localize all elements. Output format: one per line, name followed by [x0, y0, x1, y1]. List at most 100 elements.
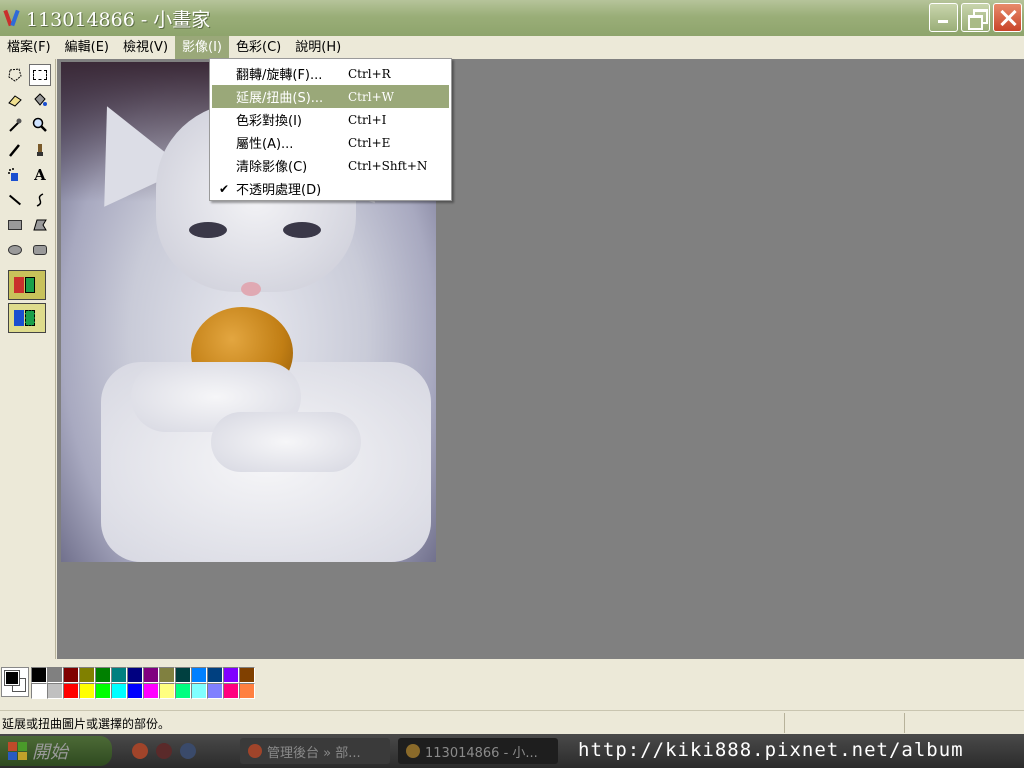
color-swatch-17[interactable] — [79, 683, 95, 699]
menu-item-flip-rotate[interactable]: 翻轉/旋轉(F)... Ctrl+R — [212, 62, 449, 85]
color-swatch-2[interactable] — [63, 667, 79, 683]
windows-logo-icon — [8, 742, 27, 760]
color-swatch-16[interactable] — [63, 683, 79, 699]
polygon-icon — [33, 219, 47, 231]
ellipse-icon — [8, 245, 22, 255]
line-tool[interactable] — [4, 189, 26, 211]
text-tool-icon: A — [34, 166, 46, 184]
color-swatch-20[interactable] — [127, 683, 143, 699]
menu-item-draw-opaque[interactable]: ✔ 不透明處理(D) — [212, 177, 449, 200]
menu-help[interactable]: 說明(H) — [288, 36, 348, 59]
ellipse-tool[interactable] — [4, 239, 26, 261]
desktop-icon[interactable] — [180, 743, 196, 759]
line-icon — [8, 194, 22, 206]
title-bar[interactable]: 113014866 - 小畫家 — [0, 0, 1024, 36]
menu-edit[interactable]: 編輯(E) — [58, 36, 116, 59]
free-select-icon — [8, 68, 22, 82]
curve-icon — [36, 193, 44, 207]
current-colors[interactable] — [1, 667, 29, 697]
rectangle-tool[interactable] — [4, 214, 26, 236]
color-swatch-1[interactable] — [47, 667, 63, 683]
canvas-workspace[interactable] — [57, 59, 1024, 659]
rect-select-icon — [33, 70, 47, 80]
paint-bucket-icon — [34, 93, 47, 106]
color-swatch-6[interactable] — [127, 667, 143, 683]
color-swatch-5[interactable] — [111, 667, 127, 683]
paint-app-icon[interactable] — [4, 8, 22, 28]
color-swatch-8[interactable] — [159, 667, 175, 683]
color-swatches — [31, 667, 255, 699]
browser-task-icon — [248, 744, 262, 758]
pencil-tool[interactable] — [4, 139, 26, 161]
color-swatch-0[interactable] — [31, 667, 47, 683]
rounded-rect-icon — [33, 245, 47, 255]
eyedropper-icon — [9, 118, 22, 132]
status-text: 延展或扭曲圖片或選擇的部份。 — [2, 717, 171, 731]
menu-file[interactable]: 檔案(F) — [0, 36, 58, 59]
magnifier-tool[interactable] — [29, 114, 51, 136]
minimize-button[interactable] — [929, 3, 958, 32]
free-select-tool[interactable] — [4, 64, 26, 86]
watermark-url: http://kiki888.pixnet.net/album — [578, 739, 964, 761]
status-pane-coords — [784, 713, 904, 733]
color-swatch-9[interactable] — [175, 667, 191, 683]
color-swatch-26[interactable] — [223, 683, 239, 699]
task-browser[interactable]: 管理後台 » 部... — [240, 738, 390, 764]
quick-launch — [132, 743, 196, 759]
color-swatch-14[interactable] — [31, 683, 47, 699]
color-swatch-10[interactable] — [191, 667, 207, 683]
color-swatch-23[interactable] — [175, 683, 191, 699]
foreground-color — [4, 670, 20, 686]
color-swatch-25[interactable] — [207, 683, 223, 699]
window-controls — [929, 3, 1022, 32]
paint-task-icon — [406, 744, 420, 758]
color-swatch-12[interactable] — [223, 667, 239, 683]
color-swatch-13[interactable] — [239, 667, 255, 683]
magnifier-icon — [32, 117, 47, 132]
status-pane-size — [904, 713, 1024, 733]
media-icon[interactable] — [156, 743, 172, 759]
airbrush-tool[interactable] — [4, 164, 26, 186]
brush-icon — [37, 144, 43, 156]
restore-button[interactable] — [961, 3, 990, 32]
color-swatch-4[interactable] — [95, 667, 111, 683]
task-paint[interactable]: 113014866 - 小... — [398, 738, 558, 764]
menu-view[interactable]: 檢視(V) — [116, 36, 175, 59]
menu-item-clear-image[interactable]: 清除影像(C) Ctrl+Shft+N — [212, 154, 449, 177]
rect-select-tool[interactable] — [29, 64, 51, 86]
menu-item-invert-colors[interactable]: 色彩對換(I) Ctrl+I — [212, 108, 449, 131]
color-swatch-15[interactable] — [47, 683, 63, 699]
color-swatch-24[interactable] — [191, 683, 207, 699]
color-swatch-3[interactable] — [79, 667, 95, 683]
text-tool[interactable]: A — [29, 164, 51, 186]
polygon-tool[interactable] — [29, 214, 51, 236]
checkmark-icon: ✔ — [218, 181, 230, 196]
curve-tool[interactable] — [29, 189, 51, 211]
fill-tool[interactable] — [29, 89, 51, 111]
toolbox: A — [0, 59, 56, 659]
transparent-selection-option[interactable] — [8, 303, 46, 333]
airbrush-icon — [8, 168, 18, 181]
menu-image[interactable]: 影像(I) — [175, 36, 230, 59]
menu-colors[interactable]: 色彩(C) — [229, 36, 288, 59]
color-swatch-21[interactable] — [143, 683, 159, 699]
rounded-rect-tool[interactable] — [29, 239, 51, 261]
color-swatch-11[interactable] — [207, 667, 223, 683]
close-button[interactable] — [993, 3, 1022, 32]
eraser-icon — [8, 95, 22, 107]
brush-tool[interactable] — [29, 139, 51, 161]
color-picker-tool[interactable] — [4, 114, 26, 136]
menu-item-attributes[interactable]: 屬性(A)... Ctrl+E — [212, 131, 449, 154]
color-swatch-27[interactable] — [239, 683, 255, 699]
browser-icon[interactable] — [132, 743, 148, 759]
color-swatch-18[interactable] — [95, 683, 111, 699]
window-title: 113014866 - 小畫家 — [26, 8, 211, 31]
opaque-option-icon — [14, 277, 24, 293]
menu-item-stretch-skew[interactable]: 延展/扭曲(S)... Ctrl+W — [212, 85, 449, 108]
eraser-tool[interactable] — [4, 89, 26, 111]
color-swatch-22[interactable] — [159, 683, 175, 699]
color-swatch-7[interactable] — [143, 667, 159, 683]
color-swatch-19[interactable] — [111, 683, 127, 699]
start-button[interactable]: 開始 — [0, 736, 112, 766]
opaque-selection-option[interactable] — [8, 270, 46, 300]
